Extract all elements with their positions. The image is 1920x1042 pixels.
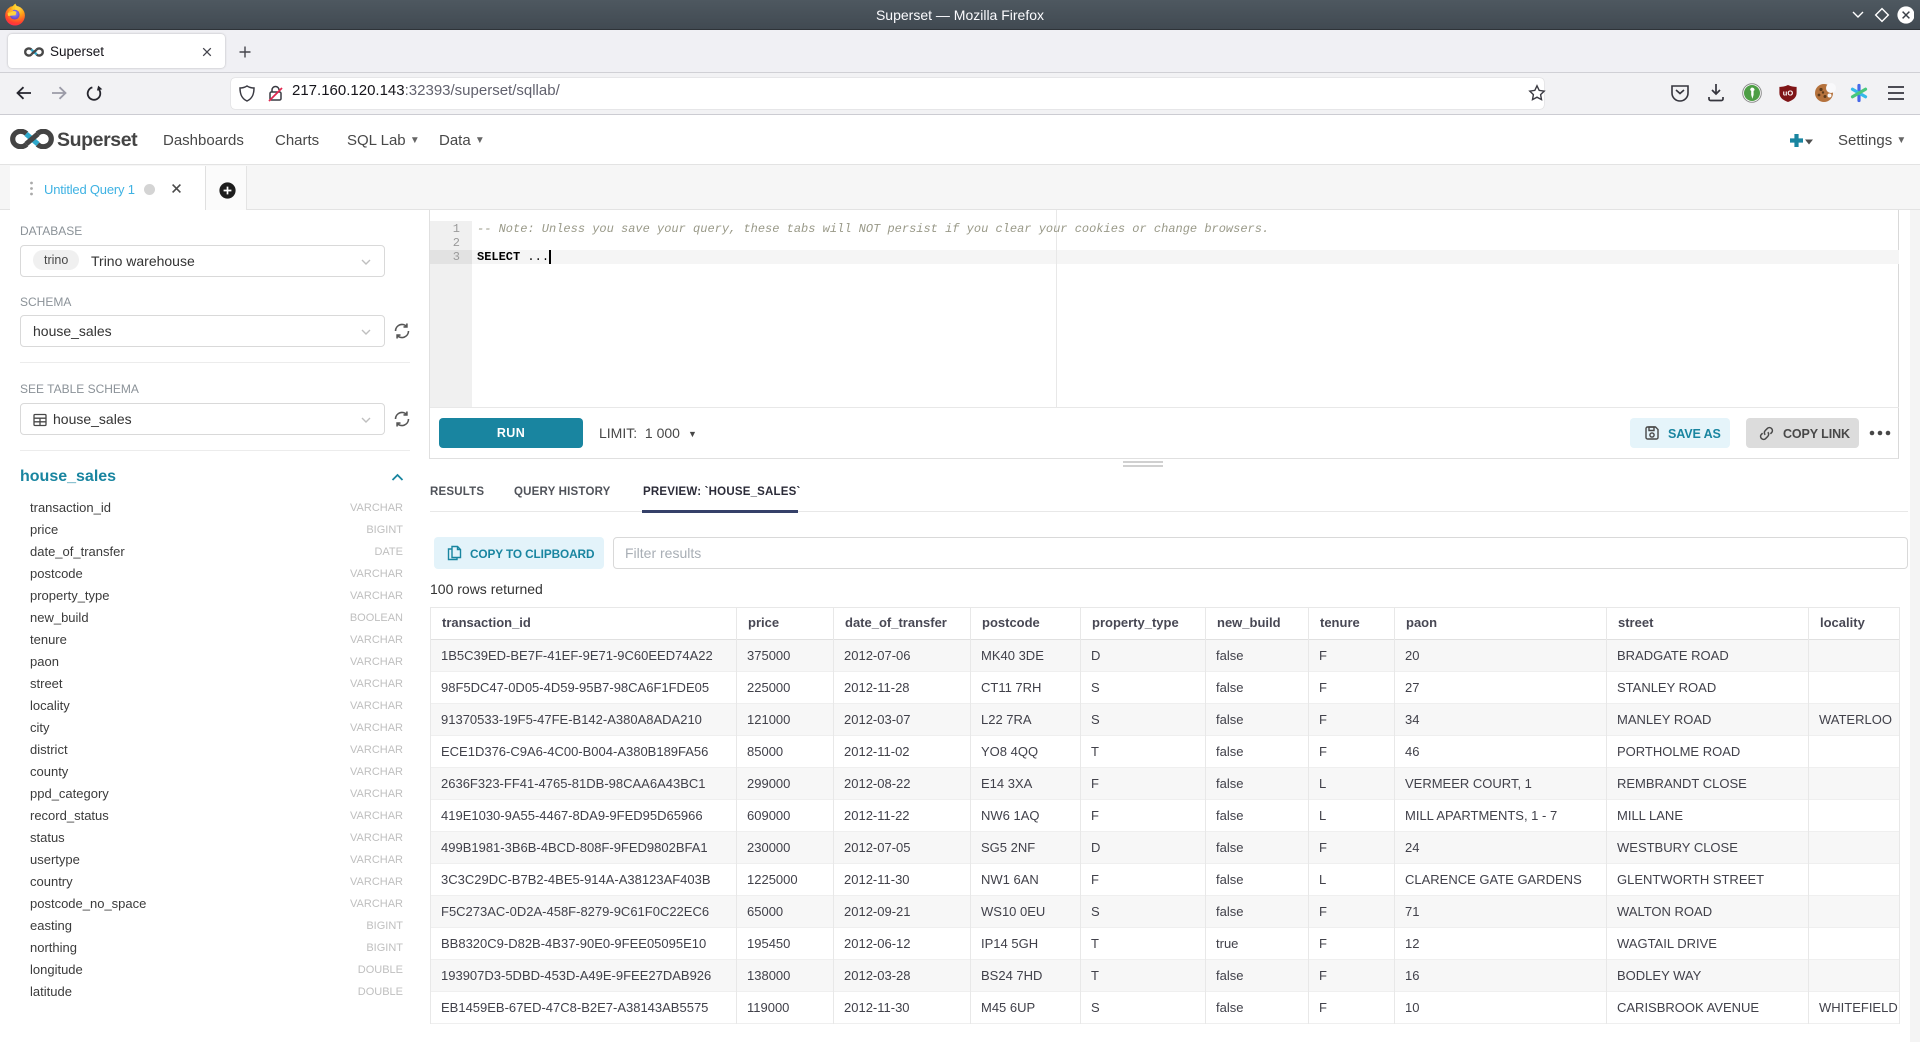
svg-text:uO: uO [1783,89,1794,98]
